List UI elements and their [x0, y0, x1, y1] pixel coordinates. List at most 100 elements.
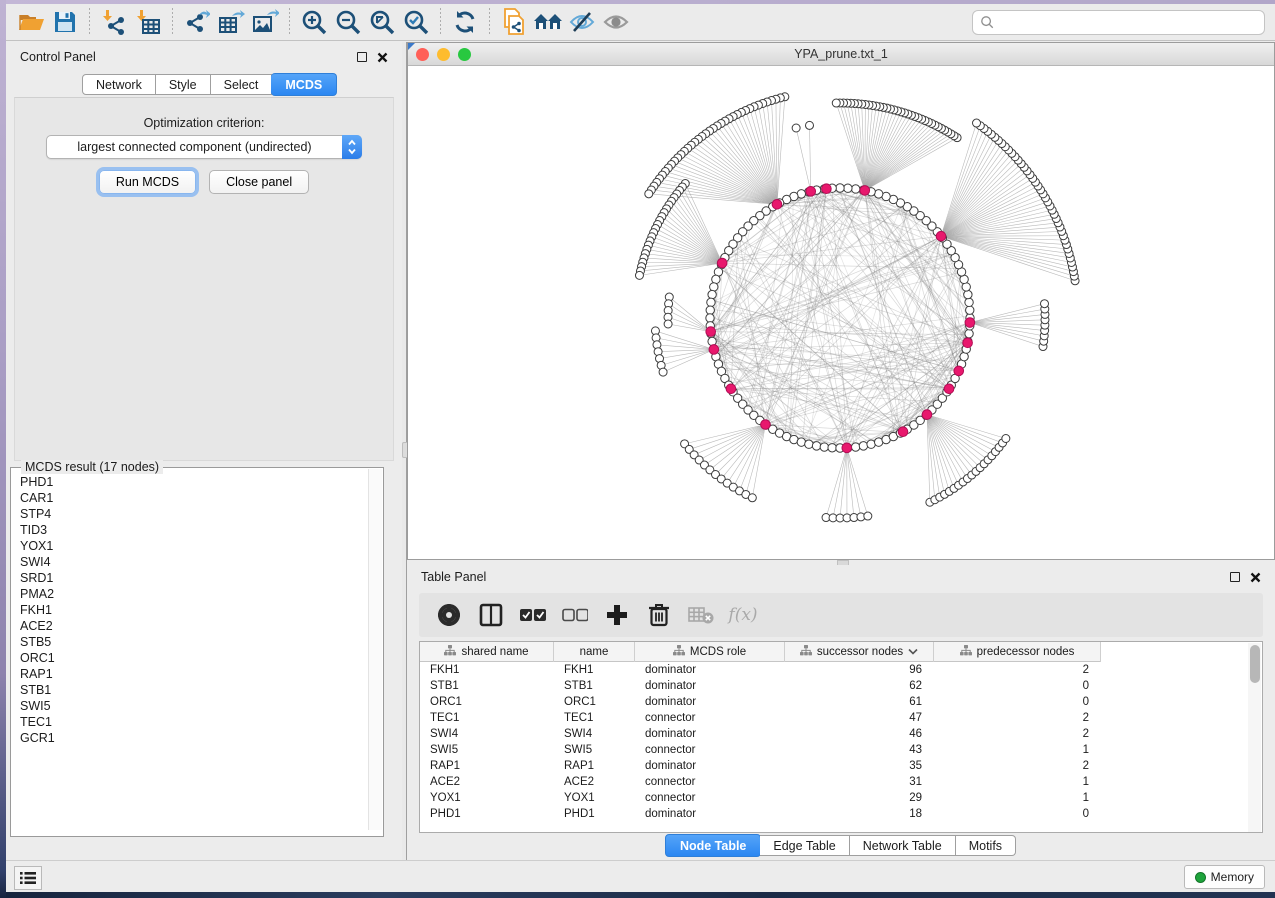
columns-button[interactable] [477, 601, 505, 629]
table-cell[interactable]: RAP1 [554, 758, 635, 774]
export-network-button[interactable] [180, 7, 214, 37]
table-row[interactable]: YOX1YOX1connector291 [420, 790, 1262, 806]
delete-column-button[interactable] [645, 601, 673, 629]
zoom-in-button[interactable] [297, 7, 331, 37]
import-table-button[interactable] [131, 7, 165, 37]
node-table[interactable]: shared namenameMCDS rolesuccessor nodesp… [419, 641, 1263, 833]
table-cell[interactable]: SWI5 [420, 742, 554, 758]
mcds-result-item[interactable]: STB5 [20, 634, 364, 650]
open-file-button[interactable] [14, 7, 48, 37]
tab-edge-table[interactable]: Edge Table [760, 835, 849, 856]
mcds-result-item[interactable]: TID3 [20, 522, 364, 538]
zoom-selected-button[interactable] [399, 7, 433, 37]
mcds-result-item[interactable]: STP4 [20, 506, 364, 522]
mcds-result-item[interactable]: YOX1 [20, 538, 364, 554]
tab-motifs[interactable]: Motifs [956, 835, 1016, 856]
table-cell[interactable]: PHD1 [554, 806, 635, 822]
table-cell[interactable]: 62 [785, 678, 934, 694]
table-row[interactable]: FKH1FKH1dominator962 [420, 662, 1262, 678]
table-cell[interactable]: 0 [934, 806, 1101, 822]
close-panel-icon[interactable] [377, 52, 388, 63]
table-cell[interactable]: ORC1 [420, 694, 554, 710]
mcds-result-list[interactable]: PHD1CAR1STP4TID3YOX1SWI4SRD1PMA2FKH1ACE2… [12, 474, 364, 830]
add-column-button[interactable] [603, 601, 631, 629]
export-image-button[interactable] [248, 7, 282, 37]
table-cell[interactable]: 29 [785, 790, 934, 806]
table-cell[interactable]: 1 [934, 790, 1101, 806]
mcds-result-item[interactable]: GCR1 [20, 730, 364, 746]
table-cell[interactable]: dominator [635, 678, 785, 694]
refresh-view-button[interactable] [448, 7, 482, 37]
table-row[interactable]: SWI5SWI5connector431 [420, 742, 1262, 758]
table-row[interactable]: PHD1PHD1dominator180 [420, 806, 1262, 822]
mcds-result-item[interactable]: RAP1 [20, 666, 364, 682]
table-cell[interactable]: SWI5 [554, 742, 635, 758]
column-header-predecessor-nodes[interactable]: predecessor nodes [934, 642, 1101, 662]
table-cell[interactable]: ACE2 [420, 774, 554, 790]
table-cell[interactable]: YOX1 [420, 790, 554, 806]
table-scrollbar[interactable] [1248, 643, 1261, 832]
column-header-successor-nodes[interactable]: successor nodes [785, 642, 934, 662]
table-cell[interactable]: 35 [785, 758, 934, 774]
table-cell[interactable]: SWI4 [554, 726, 635, 742]
task-history-button[interactable] [14, 866, 42, 890]
table-cell[interactable]: 0 [934, 694, 1101, 710]
table-cell[interactable]: 1 [934, 742, 1101, 758]
table-cell[interactable]: dominator [635, 694, 785, 710]
table-cell[interactable]: dominator [635, 806, 785, 822]
column-header-shared-name[interactable]: shared name [420, 642, 554, 662]
mcds-result-item[interactable]: PHD1 [20, 474, 364, 490]
tab-select[interactable]: Select [211, 74, 273, 95]
hide-selected-button[interactable] [565, 7, 599, 37]
column-header-name[interactable]: name [554, 642, 635, 662]
search-box[interactable] [972, 10, 1265, 35]
mcds-result-item[interactable]: PMA2 [20, 586, 364, 602]
table-cell[interactable]: PHD1 [420, 806, 554, 822]
table-cell[interactable]: 47 [785, 710, 934, 726]
tab-node-table[interactable]: Node Table [665, 834, 761, 857]
table-cell[interactable]: connector [635, 790, 785, 806]
table-header-row[interactable]: shared namenameMCDS rolesuccessor nodesp… [420, 642, 1101, 662]
table-row[interactable]: ORC1ORC1dominator610 [420, 694, 1262, 710]
table-cell[interactable]: dominator [635, 662, 785, 678]
tab-mcds[interactable]: MCDS [271, 73, 337, 96]
zoom-fit-button[interactable] [365, 7, 399, 37]
table-cell[interactable]: 2 [934, 662, 1101, 678]
mcds-result-item[interactable]: ORC1 [20, 650, 364, 666]
table-body[interactable]: FKH1FKH1dominator962STB1STB1dominator620… [420, 662, 1262, 822]
table-cell[interactable]: connector [635, 710, 785, 726]
show-all-button[interactable] [599, 7, 633, 37]
close-panel-button[interactable]: Close panel [209, 170, 309, 194]
mcds-result-item[interactable]: STB1 [20, 682, 364, 698]
table-cell[interactable]: ORC1 [554, 694, 635, 710]
table-cell[interactable]: 31 [785, 774, 934, 790]
window-resize-corner[interactable] [408, 43, 415, 50]
mcds-result-item[interactable]: TEC1 [20, 714, 364, 730]
mcds-result-scrollbar[interactable] [368, 469, 382, 830]
first-neighbors-button[interactable] [531, 7, 565, 37]
run-mcds-button[interactable]: Run MCDS [99, 170, 196, 194]
table-row[interactable]: RAP1RAP1dominator352 [420, 758, 1262, 774]
table-row[interactable]: STB1STB1dominator620 [420, 678, 1262, 694]
table-cell[interactable]: 2 [934, 758, 1101, 774]
table-cell[interactable]: 61 [785, 694, 934, 710]
table-cell[interactable]: STB1 [554, 678, 635, 694]
table-cell[interactable]: SWI4 [420, 726, 554, 742]
memory-button[interactable]: Memory [1184, 865, 1265, 889]
gear-button[interactable] [435, 601, 463, 629]
table-cell[interactable]: 46 [785, 726, 934, 742]
table-cell[interactable]: TEC1 [554, 710, 635, 726]
mcds-result-item[interactable]: SWI5 [20, 698, 364, 714]
table-cell[interactable]: TEC1 [420, 710, 554, 726]
mcds-result-item[interactable]: ACE2 [20, 618, 364, 634]
zoom-out-button[interactable] [331, 7, 365, 37]
criterion-select[interactable]: largest connected component (undirected) [46, 135, 362, 159]
column-header-MCDS-role[interactable]: MCDS role [635, 642, 785, 662]
table-cell[interactable]: 18 [785, 806, 934, 822]
tab-network[interactable]: Network [82, 74, 156, 95]
table-cell[interactable]: dominator [635, 726, 785, 742]
table-cell[interactable]: 43 [785, 742, 934, 758]
import-network-button[interactable] [97, 7, 131, 37]
export-table-button[interactable] [214, 7, 248, 37]
tab-network-table[interactable]: Network Table [850, 835, 956, 856]
